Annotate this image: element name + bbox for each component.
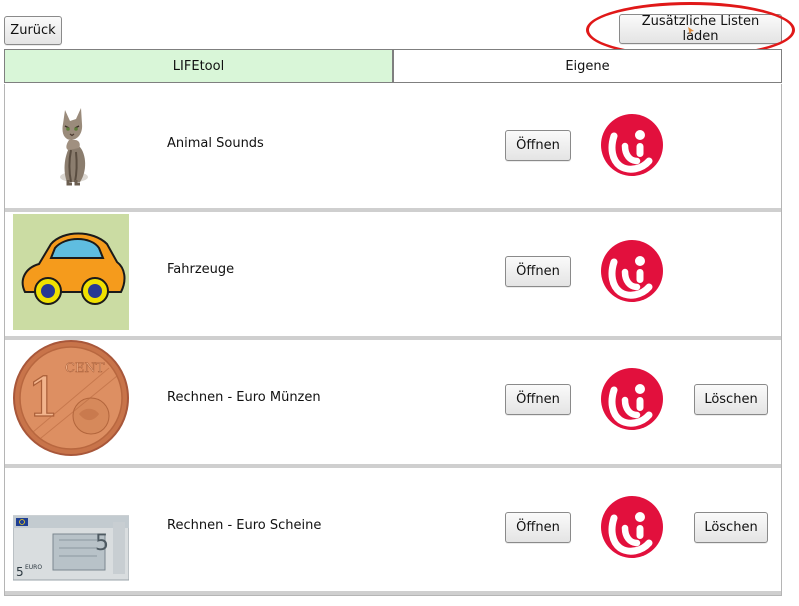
delete-button[interactable]: Löschen	[694, 512, 768, 543]
svg-text:EURO: EURO	[25, 564, 42, 571]
car-image	[13, 214, 129, 330]
tab-bar: LIFEtool Eigene	[4, 49, 782, 83]
open-button[interactable]: Öffnen	[505, 512, 571, 543]
svg-text:CENT: CENT	[65, 361, 105, 376]
open-button[interactable]: Öffnen	[505, 256, 571, 287]
list-item: 5 5 EURO Rechnen - Euro Scheine Öffnen L…	[5, 468, 781, 592]
open-button[interactable]: Öffnen	[505, 384, 571, 415]
tab-lifetool[interactable]: LIFEtool	[4, 49, 393, 83]
list-title: Animal Sounds	[167, 136, 264, 151]
tab-eigene[interactable]: Eigene	[393, 49, 782, 83]
svg-text:5: 5	[95, 531, 109, 556]
lifetool-logo-icon	[601, 368, 663, 430]
list-title: Fahrzeuge	[167, 262, 235, 277]
list-item: 1 CENT Rechnen - Euro Münzen Öffnen Lösc…	[5, 340, 781, 464]
load-additional-lists-button[interactable]: Zusätzliche Listen laden	[619, 14, 782, 44]
svg-text:5: 5	[16, 565, 24, 579]
list-title: Rechnen - Euro Scheine	[167, 518, 322, 533]
euro-banknote-image: 5 5 EURO	[13, 515, 129, 581]
lifetool-logo-icon	[601, 496, 663, 558]
delete-button[interactable]: Löschen	[694, 384, 768, 415]
lifetool-logo-icon	[601, 240, 663, 302]
cat-image	[60, 108, 88, 186]
back-button[interactable]: Zurück	[4, 16, 62, 45]
lifetool-logo-icon	[601, 114, 663, 176]
list-title: Rechnen - Euro Münzen	[167, 390, 321, 405]
svg-text:1: 1	[27, 366, 61, 429]
list-item: Fahrzeuge Öffnen	[5, 212, 781, 336]
list-panel: Animal Sounds Öffnen Fahrzeuge Öffnen 1 …	[4, 84, 782, 596]
euro-coin-image: 1 CENT	[13, 340, 129, 456]
open-button[interactable]: Öffnen	[505, 130, 571, 161]
list-item: Animal Sounds Öffnen	[5, 84, 781, 208]
row-divider	[5, 591, 781, 595]
